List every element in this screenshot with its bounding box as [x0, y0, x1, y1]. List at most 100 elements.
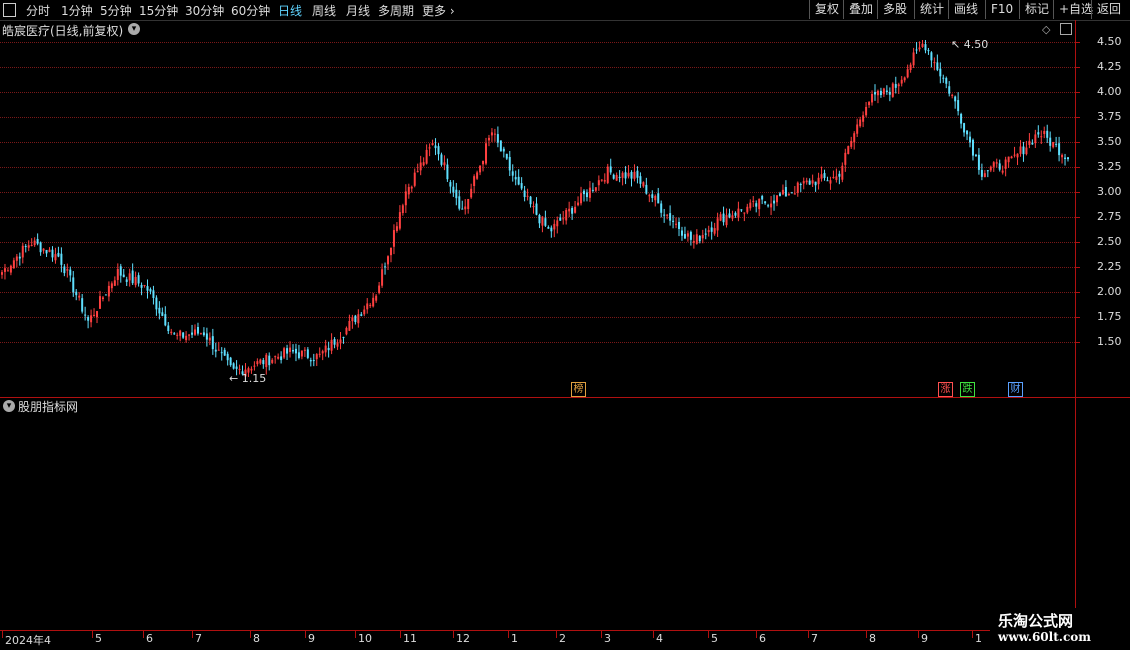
- chevron-down-icon[interactable]: ▾: [3, 400, 15, 412]
- candle-body: [986, 170, 989, 172]
- candle-body: [571, 208, 574, 214]
- candle-body: [850, 140, 853, 147]
- candle-body: [72, 277, 75, 293]
- candle-body: [78, 295, 81, 298]
- candle-body: [933, 62, 936, 64]
- candle-body: [740, 209, 743, 211]
- candle-body: [957, 100, 960, 112]
- candle-body: [404, 191, 407, 206]
- candle-body: [413, 172, 416, 186]
- month-tick: [708, 630, 709, 638]
- candle-body: [428, 147, 431, 149]
- price-label: 4.00: [1097, 85, 1122, 98]
- candle-body: [122, 274, 125, 278]
- candle-body: [1055, 143, 1058, 145]
- low-marker: ← 1.15: [229, 372, 267, 385]
- candle-body: [749, 202, 752, 209]
- month-tick: [601, 630, 602, 638]
- candle-body: [856, 124, 859, 134]
- candle-body: [384, 266, 387, 268]
- candle-body: [963, 123, 966, 133]
- candle-body: [695, 234, 698, 244]
- candlestick-chart[interactable]: [0, 0, 1075, 400]
- candle-body: [574, 206, 577, 213]
- candle-body: [1028, 140, 1031, 145]
- candle-body: [612, 174, 615, 179]
- candle-body: [1001, 170, 1004, 173]
- candle-body: [443, 162, 446, 166]
- month-label: 8: [253, 632, 260, 645]
- candle-body: [259, 359, 262, 364]
- candle-body: [87, 317, 90, 321]
- candle-body: [449, 182, 452, 187]
- candle-body: [176, 334, 179, 336]
- candle-body: [42, 248, 45, 251]
- month-tick: [2, 630, 3, 638]
- candle-body: [211, 336, 214, 350]
- candle-body: [119, 266, 122, 276]
- price-tick: [1075, 267, 1080, 268]
- candle-body: [577, 202, 580, 206]
- candle-body: [398, 212, 401, 229]
- candle-body: [140, 284, 143, 288]
- candle-body: [1013, 154, 1016, 156]
- candle-body: [588, 187, 591, 198]
- candle-body: [799, 184, 802, 186]
- candle-body: [532, 205, 535, 208]
- candle-body: [208, 337, 211, 341]
- candle-body: [410, 186, 413, 189]
- price-tick: [1075, 217, 1080, 218]
- candle-body: [354, 315, 357, 322]
- tool-button-8[interactable]: 返回: [1091, 0, 1126, 19]
- price-label: 2.00: [1097, 285, 1122, 298]
- candle-body: [651, 194, 654, 198]
- event-tag-2[interactable]: 跌: [960, 382, 975, 397]
- candle-body: [838, 173, 841, 177]
- candle-body: [179, 330, 182, 336]
- candle-body: [594, 187, 597, 191]
- candle-body: [297, 352, 300, 359]
- candle-body: [550, 227, 553, 232]
- low-price-label: 1.15: [241, 372, 267, 385]
- candle-body: [960, 113, 963, 124]
- month-tick: [192, 630, 193, 638]
- candle-body: [969, 136, 972, 143]
- candle-body: [107, 285, 110, 297]
- candle-body: [280, 356, 283, 361]
- candle-body: [657, 193, 660, 204]
- candle-body: [12, 260, 15, 269]
- candle-body: [686, 233, 689, 237]
- candle-body: [835, 176, 838, 180]
- candle-body: [1022, 146, 1025, 155]
- candle-body: [983, 173, 986, 178]
- candle-body: [633, 171, 636, 179]
- candle-body: [378, 285, 381, 293]
- candle-body: [954, 96, 957, 102]
- candle-body: [710, 227, 713, 232]
- candle-body: [268, 355, 271, 366]
- candle-body: [876, 90, 879, 96]
- candle-body: [764, 201, 767, 204]
- candle-body: [642, 182, 645, 187]
- candle-body: [675, 223, 678, 225]
- candle-body: [966, 130, 969, 135]
- candle-body: [15, 256, 18, 261]
- candle-body: [511, 171, 514, 176]
- event-tag-1[interactable]: 涨: [938, 382, 953, 397]
- candle-body: [820, 174, 823, 179]
- candle-body: [18, 256, 21, 259]
- candle-body: [654, 195, 657, 201]
- event-tag-3[interactable]: 财: [1008, 382, 1023, 397]
- candle-body: [75, 291, 78, 296]
- candle-body: [826, 180, 829, 182]
- candle-body: [182, 332, 185, 338]
- candle-body: [1031, 142, 1034, 145]
- candle-body: [464, 206, 467, 210]
- candle-body: [446, 164, 449, 180]
- candle-body: [232, 363, 235, 369]
- candle-body: [897, 84, 900, 87]
- candle-body: [499, 140, 502, 152]
- candle-body: [416, 171, 419, 173]
- candle-body: [891, 83, 894, 97]
- event-tag-0[interactable]: 榜: [571, 382, 586, 397]
